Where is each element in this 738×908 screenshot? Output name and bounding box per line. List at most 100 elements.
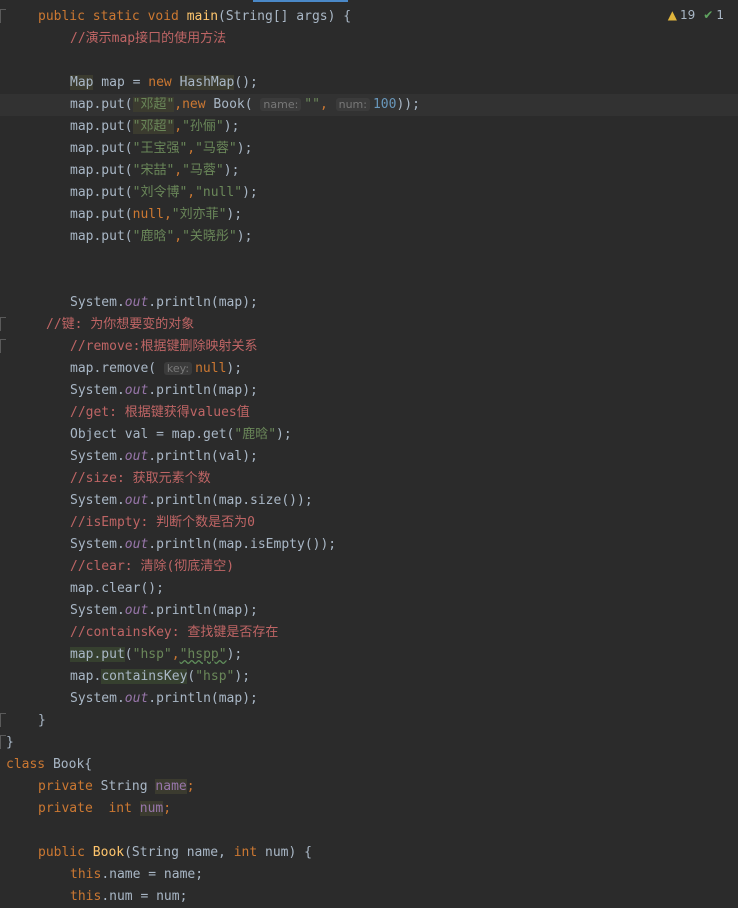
code-line[interactable]: System.out.println(map); (0, 688, 738, 710)
code-lines[interactable]: public static void main(String[] args) {… (0, 6, 738, 908)
code-token: .println(map); (148, 383, 258, 398)
code-token: (String name, (124, 845, 234, 860)
code-text: } (38, 710, 46, 732)
code-text: //containsKey: 查找键是否存在 (70, 622, 278, 644)
code-line[interactable]: map.put("王宝强","马蓉"); (0, 138, 738, 160)
code-line[interactable]: //containsKey: 查找键是否存在 (0, 622, 738, 644)
code-token: out (124, 383, 149, 398)
code-line[interactable]: //isEmpty: 判断个数是否为0 (0, 512, 738, 534)
fold-marker-icon[interactable] (0, 713, 6, 727)
code-token: .println(map); (148, 691, 258, 706)
code-token: ); (226, 207, 243, 222)
code-token: ); (226, 361, 243, 376)
code-token: "hspp" (179, 647, 227, 662)
code-text: //isEmpty: 判断个数是否为0 (70, 512, 255, 534)
code-token: map.clear(); (70, 581, 164, 596)
code-line[interactable]: map.remove( key: null); (0, 358, 738, 380)
code-line[interactable] (0, 270, 738, 292)
code-token: "鹿晗" (132, 229, 175, 244)
code-token: "hsp" (132, 647, 172, 662)
code-token: "邓超" (132, 119, 175, 134)
code-token: map.put( (70, 229, 133, 244)
code-line[interactable]: map.put("刘令博","null"); (0, 182, 738, 204)
code-text: //clear: 清除(彻底清空) (70, 556, 234, 578)
code-token: , (174, 163, 183, 178)
fold-marker-icon[interactable] (0, 317, 6, 331)
code-token: //containsKey: 查找键是否存在 (70, 625, 279, 640)
code-token: main (186, 9, 219, 24)
code-text: System.out.println(map); (70, 600, 258, 622)
code-line[interactable]: this.name = name; (0, 864, 738, 886)
code-text: map.put("宋喆","马蓉"); (70, 160, 239, 182)
code-line[interactable]: System.out.println(map.size()); (0, 490, 738, 512)
code-token: Book( (213, 97, 261, 112)
code-line[interactable]: public Book(String name, int num) { (0, 842, 738, 864)
code-token: //remove:根据键删除映射关系 (70, 339, 258, 354)
code-token: "刘亦菲" (171, 207, 227, 222)
code-token: Book{ (52, 757, 93, 772)
code-line[interactable] (0, 248, 738, 270)
code-line[interactable]: System.out.println(val); (0, 446, 738, 468)
code-line[interactable]: map.containsKey("hsp"); (0, 666, 738, 688)
code-token: name (155, 779, 187, 794)
code-line[interactable]: //键: 为你想要变的对象 (0, 314, 738, 336)
code-line[interactable]: Map map = new HashMap(); (0, 72, 738, 94)
code-text: map.put("王宝强","马蓉"); (70, 138, 252, 160)
code-token: new (182, 97, 214, 112)
code-text: } (6, 732, 14, 754)
code-token: //clear: 清除(彻底清空) (70, 559, 235, 574)
code-text: //remove:根据键删除映射关系 (70, 336, 257, 358)
code-line[interactable]: private String name; (0, 776, 738, 798)
code-line[interactable] (0, 820, 738, 842)
code-token: System. (70, 383, 125, 398)
code-token: "马蓉" (195, 141, 237, 156)
code-token: num) { (265, 845, 312, 860)
code-line[interactable]: private int num; (0, 798, 738, 820)
code-token: null (195, 361, 227, 376)
code-text: map.put("邓超",new Book( name: "", num: 100)… (70, 94, 420, 116)
code-line[interactable]: map.put("鹿晗","关晓彤"); (0, 226, 738, 248)
code-line[interactable]: map.put(null,"刘亦菲"); (0, 204, 738, 226)
code-line[interactable]: //clear: 清除(彻底清空) (0, 556, 738, 578)
code-token: System. (70, 449, 125, 464)
code-line[interactable]: this.num = num; (0, 886, 738, 908)
code-text: private String name; (38, 776, 195, 798)
code-token: "鹿晗" (234, 427, 277, 442)
code-token: map.put( (70, 97, 133, 112)
code-text: System.out.println(map.isEmpty()); (70, 534, 336, 556)
code-token: ); (223, 163, 240, 178)
code-token: ; (163, 801, 172, 816)
code-token: map.put( (70, 141, 133, 156)
code-line[interactable]: System.out.println(map); (0, 600, 738, 622)
code-text: map.clear(); (70, 578, 164, 600)
code-line[interactable]: public static void main(String[] args) { (0, 6, 738, 28)
code-line[interactable]: } (0, 710, 738, 732)
code-text: System.out.println(map); (70, 292, 258, 314)
fold-marker-icon[interactable] (0, 339, 6, 353)
code-line[interactable]: System.out.println(map); (0, 292, 738, 314)
code-token: ); (223, 119, 248, 134)
code-line[interactable]: //演示map接口的使用方法 (0, 28, 738, 50)
fold-marker-icon[interactable] (0, 9, 6, 23)
code-token: this (70, 889, 102, 904)
code-line[interactable]: map.put("hsp","hspp"); (0, 644, 738, 666)
code-line[interactable]: map.clear(); (0, 578, 738, 600)
code-editor[interactable]: ▲ 19 ✔ 1 public static void main(String[… (0, 0, 738, 904)
code-line[interactable]: System.out.println(map); (0, 380, 738, 402)
code-line[interactable]: class Book{ (0, 754, 738, 776)
code-line[interactable]: //remove:根据键删除映射关系 (0, 336, 738, 358)
code-line[interactable]: //size: 获取元素个数 (0, 468, 738, 490)
code-line[interactable]: } (0, 732, 738, 754)
code-line[interactable]: map.put("宋喆","马蓉"); (0, 160, 738, 182)
code-token: String (100, 779, 156, 794)
code-line[interactable] (0, 50, 738, 72)
code-line[interactable]: map.put("邓超",new Book( name: "", num: 100)… (0, 94, 738, 116)
code-line[interactable]: Object val = map.get("鹿晗"); (0, 424, 738, 446)
code-text: map.put(null,"刘亦菲"); (70, 204, 242, 226)
code-line[interactable]: System.out.println(map.isEmpty()); (0, 534, 738, 556)
code-line[interactable]: map.put("邓超","孙俪"); (0, 116, 738, 138)
code-line[interactable]: //get: 根据键获得values值 (0, 402, 738, 424)
code-token: ); (236, 141, 253, 156)
code-text: System.out.println(map); (70, 688, 258, 710)
code-text: this.num = num; (70, 886, 187, 908)
